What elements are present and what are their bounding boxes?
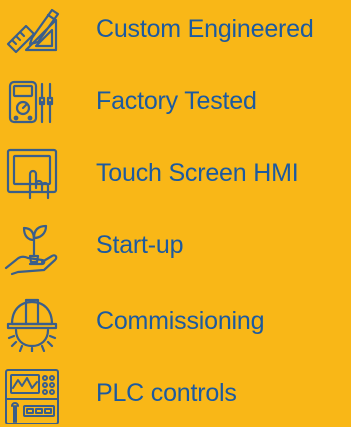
hand-plant-icon: [2, 216, 62, 276]
feature-start-up: Start-up: [0, 216, 351, 276]
control-panel-icon: [2, 364, 62, 424]
feature-factory-tested: Factory Tested: [0, 72, 351, 132]
feature-label: Commissioning: [96, 307, 265, 335]
touch-screen-hmi-icon: [2, 144, 62, 204]
feature-touch-screen-hmi: Touch Screen HMI: [0, 144, 351, 204]
feature-commissioning: Commissioning: [0, 292, 351, 352]
hardhat-gear-icon: [2, 292, 62, 352]
feature-custom-engineered: Custom Engineered: [0, 0, 351, 60]
feature-label: Touch Screen HMI: [96, 159, 299, 187]
drafting-tools-icon: [2, 0, 62, 60]
feature-label: Factory Tested: [96, 87, 257, 115]
feature-label: Start-up: [96, 231, 184, 259]
feature-plc-controls: PLC controls: [0, 364, 351, 424]
multimeter-icon: [2, 72, 62, 132]
features-panel: Custom Engineered Factory Tested Touch S…: [0, 0, 351, 427]
feature-label: PLC controls: [96, 379, 237, 407]
feature-label: Custom Engineered: [96, 15, 314, 43]
